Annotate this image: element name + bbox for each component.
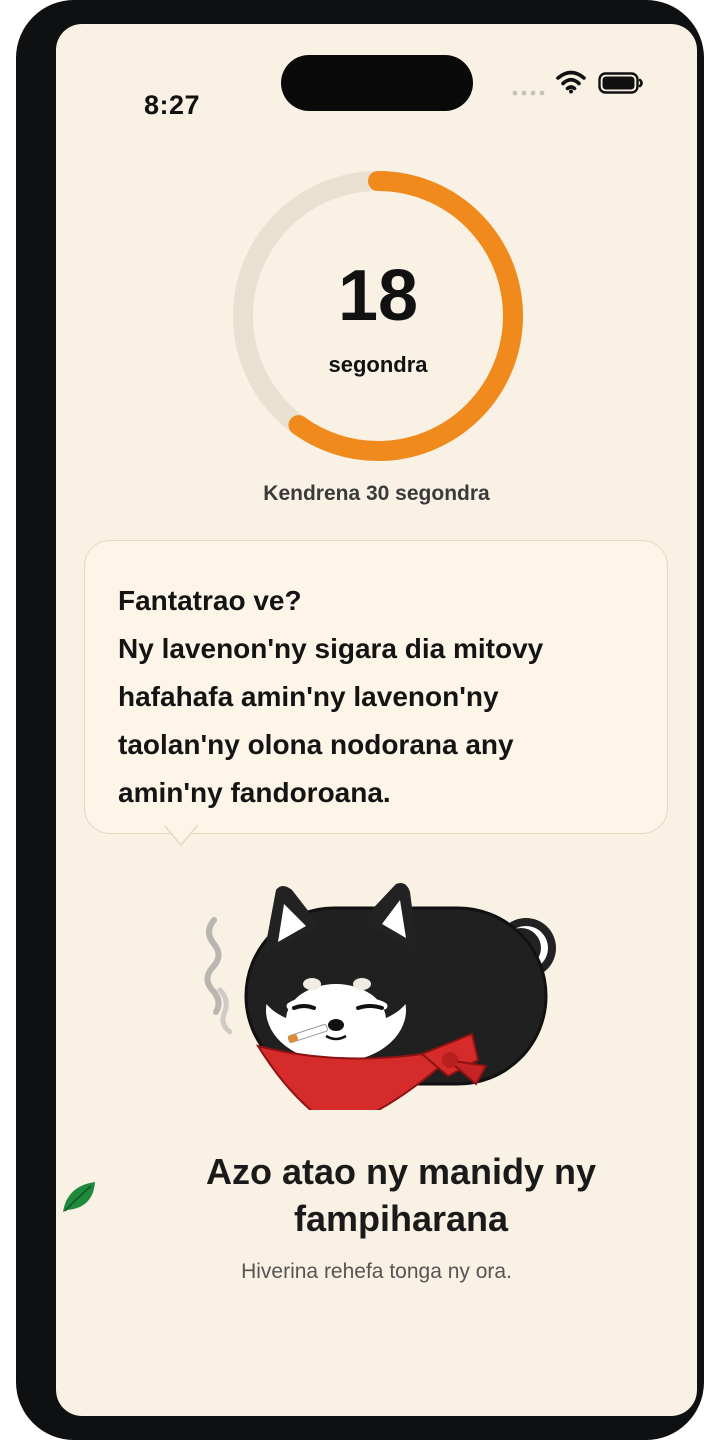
countdown-goal-text: Kendrena 30 segondra (263, 482, 490, 505)
cellular-signal-icon (512, 90, 545, 96)
wifi-icon (556, 70, 586, 94)
leaf-icon (63, 1182, 95, 1212)
fact-line: Ny lavenon'ny sigara dia mitovy (118, 633, 544, 664)
fact-text: Fantatrao ve? Ny lavenon'ny sigara dia m… (118, 577, 648, 817)
battery-icon (598, 72, 643, 94)
fact-speech-bubble: Fantatrao ve? Ny lavenon'ny sigara dia m… (84, 540, 668, 834)
status-time: 8:27 (144, 90, 201, 120)
speech-bubble-tail (164, 825, 198, 847)
phone-frame: 8:27 18 segondra Kendrena 30 segondra Fa… (16, 0, 704, 1440)
fact-line: amin'ny fandoroana. (118, 777, 391, 808)
return-subtitle: Hiverina rehefa tonga ny ora. (241, 1260, 512, 1283)
countdown-unit-label: segondra (328, 352, 428, 377)
countdown-seconds-value: 18 (337, 256, 419, 336)
fact-line: hafahafa amin'ny lavenon'ny (118, 681, 499, 712)
fact-line: Fantatrao ve? (118, 585, 302, 616)
fact-line: taolan'ny olona nodorana any (118, 729, 514, 760)
app-screen: 8:27 18 segondra Kendrena 30 segondra Fa… (56, 24, 697, 1416)
dynamic-island (281, 55, 473, 111)
lock-app-headline: Azo atao ny manidy ny fampiharana (205, 1151, 597, 1239)
smoking-dog-mascot-icon (204, 883, 556, 1110)
